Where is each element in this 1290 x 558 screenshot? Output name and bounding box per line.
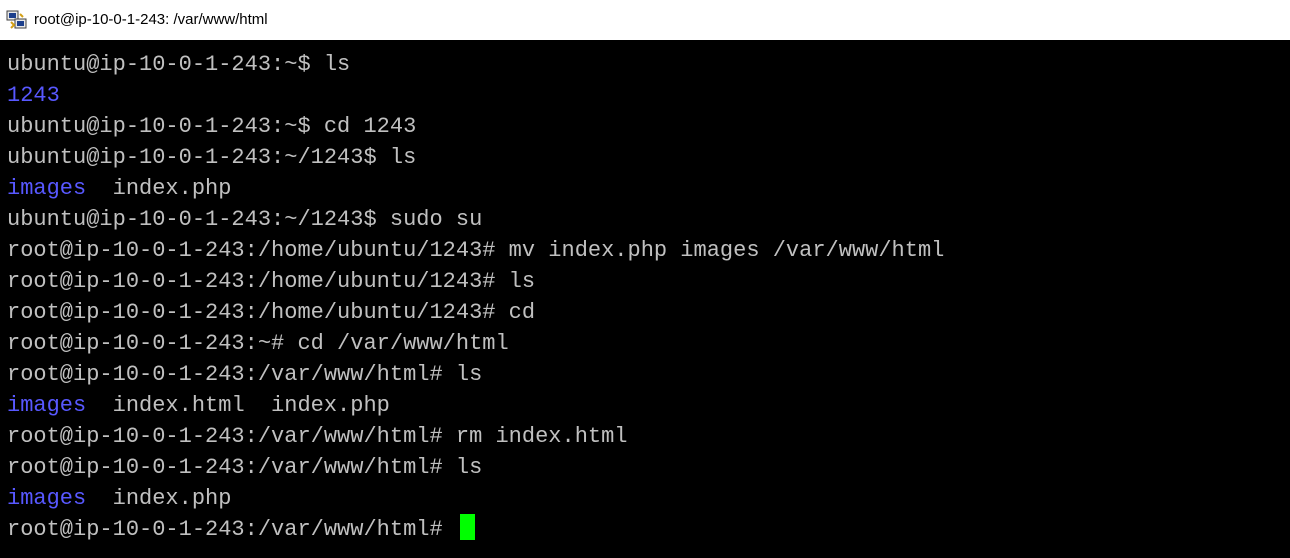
file-names: index.php [86,176,232,201]
terminal-line: root@ip-10-0-1-243:/var/www/html# ls [7,362,483,387]
terminal-line: images index.php [7,173,1287,204]
title-bar: root@ip-10-0-1-243: /var/www/html [0,0,1290,40]
terminal-screen[interactable]: ubuntu@ip-10-0-1-243:~$ ls 1243 ubuntu@i… [0,40,1290,558]
shell-prompt: root@ip-10-0-1-243:/var/www/html# [7,517,456,542]
directory-name: images [7,486,87,511]
terminal-line: root@ip-10-0-1-243:/home/ubuntu/1243# ls [7,269,536,294]
terminal-line: ubuntu@ip-10-0-1-243:~/1243$ ls [7,145,417,170]
terminal-line: root@ip-10-0-1-243:~# cd /var/www/html [7,331,509,356]
terminal-prompt-line[interactable]: root@ip-10-0-1-243:/var/www/html# [7,514,1287,545]
window-title: root@ip-10-0-1-243: /var/www/html [34,11,268,28]
terminal-window: root@ip-10-0-1-243: /var/www/html ubuntu… [0,0,1290,558]
terminal-line: images index.php [7,483,1287,514]
file-names: index.html index.php [86,393,390,418]
terminal-line: 1243 [7,83,60,108]
terminal-line: root@ip-10-0-1-243:/home/ubuntu/1243# cd [7,300,536,325]
text-cursor [459,514,475,540]
terminal-output: ubuntu@ip-10-0-1-243:~$ ls 1243 ubuntu@i… [7,49,1287,545]
terminal-line: root@ip-10-0-1-243:/home/ubuntu/1243# mv… [7,238,945,263]
terminal-line: root@ip-10-0-1-243:/var/www/html# ls [7,455,483,480]
terminal-line: ubuntu@ip-10-0-1-243:~/1243$ sudo su [7,207,483,232]
directory-name: images [7,176,87,201]
putty-icon [6,10,28,30]
terminal-line: ubuntu@ip-10-0-1-243:~$ cd 1243 [7,114,417,139]
terminal-line: images index.html index.php [7,390,1287,421]
terminal-line: ubuntu@ip-10-0-1-243:~$ ls [7,52,351,77]
file-names: index.php [86,486,232,511]
terminal-line: root@ip-10-0-1-243:/var/www/html# rm ind… [7,424,628,449]
directory-name: images [7,393,87,418]
